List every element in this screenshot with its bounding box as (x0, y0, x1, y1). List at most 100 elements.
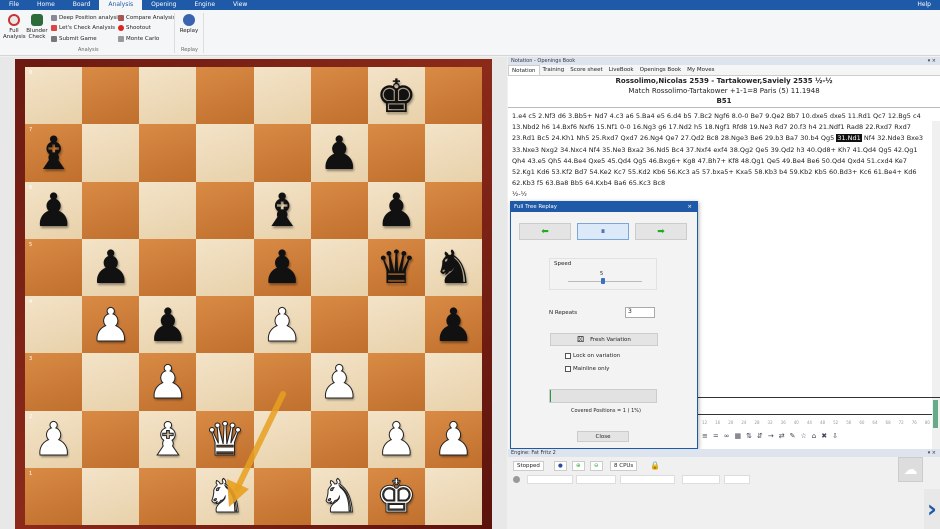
speed-slider-thumb[interactable] (601, 278, 606, 284)
square-h7[interactable] (424, 124, 482, 182)
full-analysis-button[interactable]: Full Analysis (3, 14, 26, 40)
zoom-in-icon[interactable]: ⊕ (572, 461, 585, 471)
square-h2[interactable]: ♟ (424, 410, 482, 468)
white-pawn[interactable]: ♟ (261, 301, 303, 348)
square-c7[interactable] (139, 124, 197, 182)
square-h4[interactable]: ♟ (424, 296, 482, 354)
expand-chevron-icon[interactable]: › (924, 489, 940, 529)
black-pawn[interactable]: ♟ (90, 244, 131, 290)
evaluation-graph[interactable]: 12 16 20 24 28 32 36 40 44 48 52 56 60 64 68 72 76 80 ≡=∞… (698, 397, 940, 452)
white-knight[interactable]: ♞ (318, 473, 360, 520)
square-a2[interactable]: 2 ♟ (25, 410, 83, 468)
lock-icon[interactable]: 🔒 (650, 461, 660, 470)
shootout-button[interactable]: Shootout (118, 25, 151, 31)
engine-start-icon[interactable]: ● (554, 461, 567, 471)
white-knight[interactable]: ♞ (204, 473, 246, 520)
black-pawn[interactable]: ♟ (319, 130, 360, 176)
square-b7[interactable] (82, 124, 140, 182)
square-g3[interactable] (367, 353, 425, 411)
square-g7[interactable] (367, 124, 425, 182)
square-c2[interactable]: ♝ (139, 410, 197, 468)
white-pawn[interactable]: ♟ (32, 416, 74, 463)
square-c5[interactable] (139, 238, 197, 296)
white-queen[interactable]: ♛ (204, 416, 246, 463)
deep-position-button[interactable]: Deep Position analysis (51, 15, 121, 21)
square-d8[interactable] (196, 67, 254, 125)
close-button[interactable]: Close (577, 431, 629, 442)
black-pawn[interactable]: ♟ (261, 244, 302, 290)
submit-game-button[interactable]: Submit Game (51, 36, 97, 42)
white-pawn[interactable]: ♟ (318, 358, 360, 405)
square-c8[interactable] (139, 67, 197, 125)
repeats-spinner[interactable]: 3 (625, 307, 655, 318)
square-d7[interactable] (196, 124, 254, 182)
tab-livebook[interactable]: LiveBook (606, 65, 637, 75)
square-c3[interactable]: ♟ (139, 353, 197, 411)
menu-view[interactable]: View (224, 0, 256, 10)
pause-button[interactable]: ⏸ (577, 223, 629, 240)
menu-board[interactable]: Board (64, 0, 100, 10)
square-f4[interactable] (310, 296, 368, 354)
tab-score-sheet[interactable]: Score sheet (567, 65, 605, 75)
compare-analysis-button[interactable]: Compare Analysis (118, 15, 175, 21)
square-a7[interactable]: 7 ♝ (25, 124, 83, 182)
square-b3[interactable] (82, 353, 140, 411)
black-queen[interactable]: ♛ (376, 244, 417, 290)
fresh-variation-button[interactable]: ⚄ Fresh Variation (550, 333, 658, 346)
menu-home[interactable]: Home (28, 0, 64, 10)
tab-notation[interactable]: Notation (508, 65, 540, 75)
panel-close-icon[interactable]: ▾ × (928, 57, 936, 65)
square-f1[interactable]: ♞ (310, 467, 368, 525)
square-e5[interactable]: ♟ (253, 238, 311, 296)
square-f2[interactable] (310, 410, 368, 468)
square-a4[interactable]: 4 (25, 296, 83, 354)
chess-board[interactable]: 8 ♚ 7 ♝ ♟ 6 ♟ ♝ ♟ 5 ♟ ♟ ♛ ♞ 4 ♟ ♟ ♟ ♟ 3 ♟ ♟ 2 ♟ ♝ ♛ ♟ ♟ 1 ♞ ♞ ♚ (25, 67, 482, 525)
graph-toolbar[interactable]: ≡=∞▦⇅⇵→⇄✎☆⌂✖⇩ (702, 432, 843, 440)
white-pawn[interactable]: ♟ (375, 416, 417, 463)
white-pawn[interactable]: ♟ (90, 301, 132, 348)
square-b5[interactable]: ♟ (82, 238, 140, 296)
square-d3[interactable] (196, 353, 254, 411)
blunder-check-button[interactable]: Blunder Check (26, 14, 48, 40)
square-h3[interactable] (424, 353, 482, 411)
square-b1[interactable] (82, 467, 140, 525)
square-g2[interactable]: ♟ (367, 410, 425, 468)
lock-on-variation-checkbox[interactable]: Lock on variation (565, 353, 620, 359)
black-king[interactable]: ♚ (376, 73, 417, 119)
black-pawn[interactable]: ♟ (433, 302, 474, 348)
square-e4[interactable]: ♟ (253, 296, 311, 354)
square-e3[interactable] (253, 353, 311, 411)
mainline-only-checkbox[interactable]: Mainline only (565, 366, 609, 372)
cloud-icon[interactable]: ☁ (898, 457, 923, 482)
square-h5[interactable]: ♞ (424, 238, 482, 296)
current-move[interactable]: 31.Nd1 (836, 134, 862, 143)
square-a6[interactable]: 6 ♟ (25, 181, 83, 239)
menu-analysis[interactable]: Analysis (99, 0, 143, 10)
square-f5[interactable] (310, 238, 368, 296)
black-pawn[interactable]: ♟ (376, 187, 417, 233)
square-e2[interactable] (253, 410, 311, 468)
square-a8[interactable]: 8 (25, 67, 83, 125)
square-f3[interactable]: ♟ (310, 353, 368, 411)
square-g8[interactable]: ♚ (367, 67, 425, 125)
square-e7[interactable] (253, 124, 311, 182)
square-h6[interactable] (424, 181, 482, 239)
square-f8[interactable] (310, 67, 368, 125)
square-d2[interactable]: ♛ (196, 410, 254, 468)
square-b2[interactable] (82, 410, 140, 468)
black-pawn[interactable]: ♟ (33, 187, 74, 233)
tab-my-moves[interactable]: My Moves (684, 65, 717, 75)
black-knight[interactable]: ♞ (433, 244, 474, 290)
square-d6[interactable] (196, 181, 254, 239)
square-c4[interactable]: ♟ (139, 296, 197, 354)
square-h8[interactable] (424, 67, 482, 125)
square-a3[interactable]: 3 (25, 353, 83, 411)
square-e1[interactable] (253, 467, 311, 525)
white-pawn[interactable]: ♟ (432, 416, 474, 463)
square-h1[interactable] (424, 467, 482, 525)
square-g4[interactable] (367, 296, 425, 354)
replay-button[interactable]: Replay (178, 14, 200, 34)
square-a5[interactable]: 5 (25, 238, 83, 296)
menu-help[interactable]: Help (908, 0, 940, 10)
engine-status-button[interactable]: Stopped (513, 461, 544, 471)
